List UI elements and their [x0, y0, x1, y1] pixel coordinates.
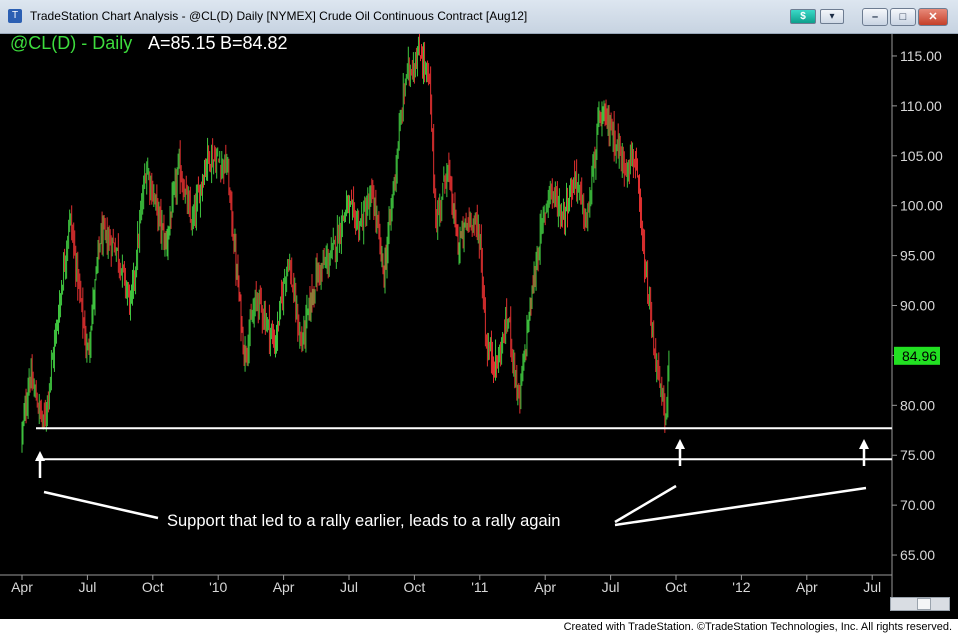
copyright-footer: Created with TradeStation. ©TradeStation…	[563, 621, 952, 633]
x-tick-label: '12	[732, 579, 750, 595]
x-tick-label: Apr	[273, 579, 295, 595]
x-tick-label: Jul	[602, 579, 620, 595]
time-axis: Apr Jul Oct '10 Apr Jul Oct '11 Apr Jul Oct '12 Apr J…	[11, 575, 881, 595]
y-tick-label: 95.00	[900, 248, 935, 264]
x-tick-label: Oct	[404, 579, 426, 595]
pointer-line-3	[614, 486, 867, 527]
x-tick-label: Apr	[534, 579, 556, 595]
tradestation-app-icon: T	[8, 9, 22, 23]
y-tick-label: 75.00	[900, 447, 935, 463]
arrowheads	[35, 439, 869, 461]
y-tick-label: 100.00	[900, 198, 943, 214]
x-tick-label: Jul	[78, 579, 96, 595]
y-tick-label: 70.00	[900, 497, 935, 513]
a-value-label: A=85.15	[148, 34, 216, 53]
maximize-button[interactable]: □	[890, 8, 916, 26]
price-bars	[21, 34, 670, 453]
close-button[interactable]: ✕	[918, 8, 948, 26]
y-tick-label: 80.00	[900, 397, 935, 413]
last-price-tag: 84.96	[894, 346, 940, 365]
pointer-line-1	[43, 490, 159, 520]
arrow-up-icon	[35, 451, 45, 461]
x-tick-label: Apr	[796, 579, 818, 595]
y-tick-label: 115.00	[900, 48, 942, 64]
x-tick-label: Oct	[665, 579, 687, 595]
chart-symbol-label: @CL(D) - Daily	[10, 34, 132, 53]
b-value-label: B=84.82	[220, 34, 288, 53]
y-tick-label: 110.00	[900, 98, 942, 114]
window-titlebar: T TradeStation Chart Analysis - @CL(D) D…	[0, 0, 958, 34]
minimize-button[interactable]: –	[862, 8, 888, 26]
price-chart[interactable]: 115.00110.00105.00100.0095.0090.0085.008…	[0, 34, 958, 619]
minimize-icon: –	[871, 11, 879, 23]
x-tick-label: '11	[471, 579, 488, 595]
x-tick-label: Jul	[340, 579, 358, 595]
x-tick-label: Oct	[142, 579, 164, 595]
window-title: TradeStation Chart Analysis - @CL(D) Dai…	[30, 9, 528, 23]
dropdown-menu-icon[interactable]: ▾	[820, 9, 844, 24]
x-tick-label: Jul	[863, 579, 881, 595]
y-tick-label: 90.00	[900, 298, 935, 314]
arrow-up-icon	[859, 439, 869, 449]
maximize-icon: □	[899, 11, 907, 23]
price-axis: 115.00110.00105.00100.0095.0090.0085.008…	[892, 48, 943, 563]
x-tick-label: '10	[209, 579, 227, 595]
arrow-up-icon	[675, 439, 685, 449]
x-tick-label: Apr	[11, 579, 33, 595]
scrollbar-thumb[interactable]	[917, 598, 931, 610]
support-annotation: Support that led to a rally earlier, lea…	[167, 512, 560, 530]
dollar-icon[interactable]: $	[790, 9, 816, 24]
close-icon: ✕	[928, 11, 938, 23]
y-tick-label: 105.00	[900, 148, 943, 164]
svg-text:84.96: 84.96	[902, 348, 937, 364]
y-tick-label: 65.00	[900, 547, 935, 563]
